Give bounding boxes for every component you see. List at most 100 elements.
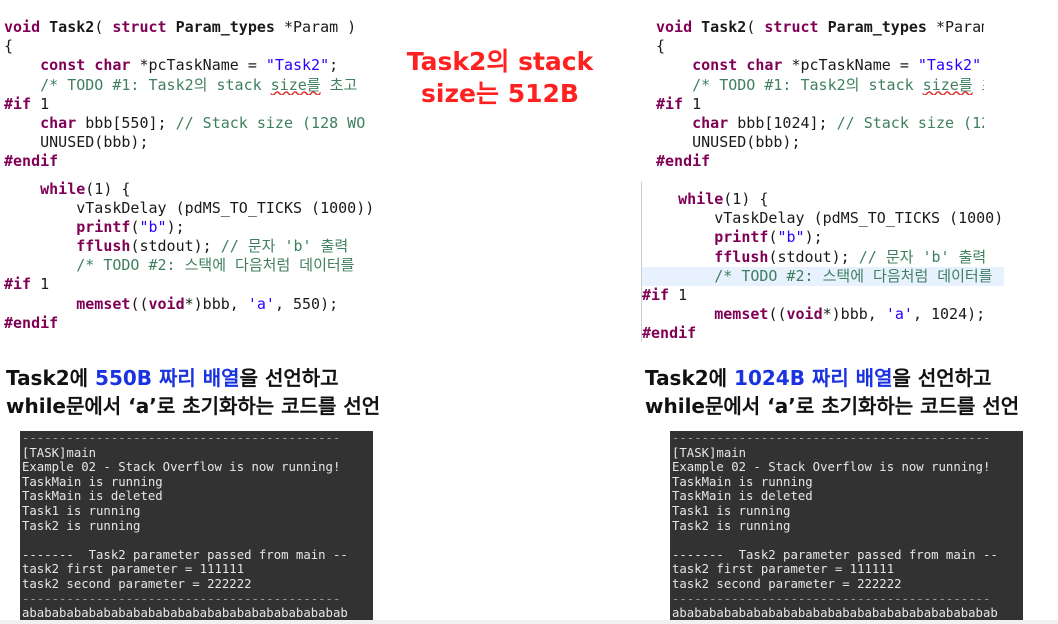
code-line: while(1) {	[4, 180, 372, 199]
code-line: printf("b");	[642, 228, 1004, 247]
code-line: void Task2( struct Param_types *Param )	[4, 18, 372, 37]
caption-right-line-2: while문에서 ‘a’로 초기화하는 코드를 선언	[645, 394, 1020, 418]
code-token: struct	[764, 18, 819, 36]
terminal-line: ----------------------------------------…	[22, 591, 341, 606]
terminal-line: ------- Task2 parameter passed from main…	[672, 547, 998, 562]
code-token: Task2	[40, 18, 95, 36]
code-token: *pcTaskName =	[130, 56, 266, 75]
code-token: 'a'	[247, 294, 275, 313]
stack-size-callout: Task2의 stack size는 512B	[400, 46, 600, 110]
code-line: char bbb[1024]; // Stack size (128 W	[656, 114, 984, 133]
code-token: (1) {	[85, 179, 131, 198]
terminal-line: Task1 is running	[672, 503, 791, 518]
code-token: UNUSED(bbb);	[656, 133, 801, 152]
code-snippet-right-top: void Task2( struct Param_types *Param ){…	[656, 18, 984, 170]
caption-left-line-2: while문에서 ‘a’로 초기화하는 코드를 선언	[6, 394, 381, 418]
code-line: #endif	[4, 152, 372, 171]
code-token: // 문자 'b' 출력	[220, 237, 349, 256]
code-token: /* TODO #2: 스택에 다음처럼 데이터를	[714, 266, 993, 285]
caption-right: Task2에 1024B 짜리 배열을 선언하고 while문에서 ‘a’로 초…	[645, 364, 1019, 420]
terminal-line: Task2 is running	[672, 518, 791, 533]
code-token: const	[692, 56, 738, 75]
code-line: /* TODO #2: 스택에 다음처럼 데이터를	[4, 256, 372, 275]
code-line: {	[4, 37, 372, 56]
code-token: size를	[922, 75, 973, 94]
code-token: );	[804, 228, 823, 247]
terminal-output-left: ----------------------------------------…	[20, 431, 373, 624]
code-token: char	[746, 56, 783, 75]
code-token: printf	[76, 217, 131, 236]
terminal-line: ------- Task2 parameter passed from main…	[22, 547, 348, 562]
code-line: #if 1	[656, 95, 984, 114]
bottom-divider	[0, 620, 1058, 624]
code-token: bbb[1024];	[728, 113, 837, 132]
terminal-line: task2 first parameter = 111111	[22, 562, 245, 577]
code-line: /* TODO #1: Task2의 stack size를 초고	[4, 76, 372, 95]
code-token: void	[148, 294, 185, 313]
code-token: #if	[656, 94, 684, 113]
code-token: /* TODO #2: 스택에 다음처럼 데이터를	[76, 256, 355, 275]
code-token: while	[678, 190, 724, 208]
code-line: fflush(stdout); // 문자 'b' 출력	[642, 248, 1004, 267]
terminal-line: ----------------------------------------…	[22, 431, 341, 445]
code-line: vTaskDelay (pdMS_TO_TICKS (1000));	[642, 209, 1004, 228]
code-snippet-right-bottom: while(1) { vTaskDelay (pdMS_TO_TICKS (10…	[642, 190, 1004, 345]
code-token: Param_types	[818, 18, 927, 36]
terminal-line: [TASK]main	[672, 445, 747, 460]
code-token: "Task2"	[917, 56, 982, 75]
code-token: char	[692, 113, 729, 132]
caption-text: Task2에	[645, 366, 735, 390]
code-token: 초고	[973, 76, 984, 94]
code-token: void	[656, 18, 693, 36]
caption-highlight: 1024B 짜리 배열	[734, 366, 893, 390]
code-token: *)bbb,	[822, 305, 886, 324]
caption-left: Task2에 550B 짜리 배열을 선언하고 while문에서 ‘a’로 초기…	[6, 364, 380, 420]
callout-line-2: size는 512B	[421, 79, 579, 108]
caption-text: Task2에	[6, 366, 96, 390]
terminal-line: task2 first parameter = 111111	[672, 562, 895, 577]
code-token: 1	[669, 285, 688, 304]
code-line: {	[656, 37, 984, 56]
terminal-line: Task1 is running	[22, 503, 141, 518]
callout-line-1: Task2의 stack	[406, 47, 594, 76]
code-token: /* TODO #1: Task2의 stack	[40, 75, 271, 94]
caption-text: 을 선언하고	[892, 366, 992, 390]
code-token: bbb[550];	[76, 113, 176, 132]
code-token: // 문자 'b' 출력	[858, 247, 987, 266]
code-token: {	[4, 37, 14, 56]
code-token: Param_types	[166, 18, 275, 36]
code-token: char	[94, 56, 131, 75]
code-line: printf("b");	[4, 218, 372, 237]
code-line: #endif	[4, 314, 372, 333]
code-token: /* TODO #1: Task2의 stack	[692, 75, 923, 94]
terminal-line: TaskMain is running	[672, 474, 813, 489]
code-token: 1	[683, 94, 702, 113]
terminal-line: TaskMain is deleted	[22, 489, 163, 504]
code-line: #if 1	[642, 286, 1004, 305]
code-token: );	[166, 217, 185, 236]
code-token: fflush	[714, 247, 769, 266]
code-line: const char *pcTaskName = "Task2";	[4, 56, 372, 75]
code-token: UNUSED(bbb);	[4, 133, 149, 152]
terminal-line: task2 second parameter = 222222	[672, 576, 902, 591]
code-line: #if 1	[4, 95, 372, 114]
code-line: /* TODO #2: 스택에 다음처럼 데이터를	[642, 266, 1004, 286]
terminal-line: [TASK]main	[22, 445, 97, 460]
caption-right-line-1: Task2에 1024B 짜리 배열을 선언하고	[645, 364, 1019, 392]
code-line: vTaskDelay (pdMS_TO_TICKS (1000));	[4, 199, 372, 218]
code-token: const	[40, 56, 86, 75]
code-token: {	[656, 37, 666, 56]
code-token: , 1024);	[912, 305, 986, 324]
